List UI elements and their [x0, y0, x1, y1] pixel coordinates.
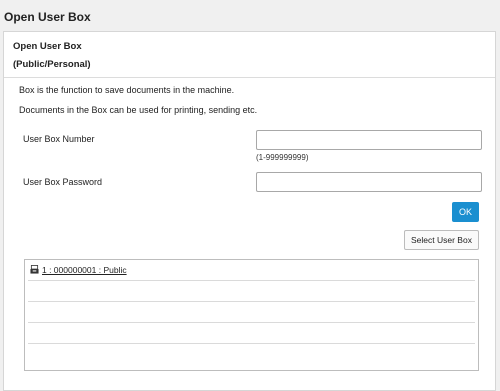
panel-subtitle: (Public/Personal) — [13, 59, 91, 70]
user-box-link[interactable]: 1 : 000000001 : Public — [42, 265, 127, 275]
list-item — [28, 281, 475, 302]
page-title: Open User Box — [4, 10, 91, 24]
description-text-2: Documents in the Box can be used for pri… — [19, 105, 258, 115]
user-box-number-input[interactable] — [256, 130, 482, 150]
user-box-number-hint: (1-999999999) — [256, 153, 309, 162]
select-user-box-button[interactable]: Select User Box — [404, 230, 479, 250]
panel-title: Open User Box — [13, 41, 82, 52]
list-item — [28, 344, 475, 365]
open-user-box-panel: Open User Box (Public/Personal) Box is t… — [3, 31, 496, 391]
list-item — [28, 302, 475, 323]
description-text-1: Box is the function to save documents in… — [19, 85, 235, 95]
ok-button[interactable]: OK — [452, 202, 479, 222]
list-item — [28, 323, 475, 344]
panel-header: Open User Box (Public/Personal) — [4, 32, 495, 78]
user-box-password-label: User Box Password — [23, 177, 103, 187]
list-item[interactable]: 1 : 000000001 : Public — [28, 260, 475, 281]
user-box-list: 1 : 000000001 : Public — [24, 259, 479, 371]
user-box-password-input[interactable] — [256, 172, 482, 192]
box-tray-icon — [30, 265, 39, 274]
user-box-number-label: User Box Number — [23, 134, 95, 144]
